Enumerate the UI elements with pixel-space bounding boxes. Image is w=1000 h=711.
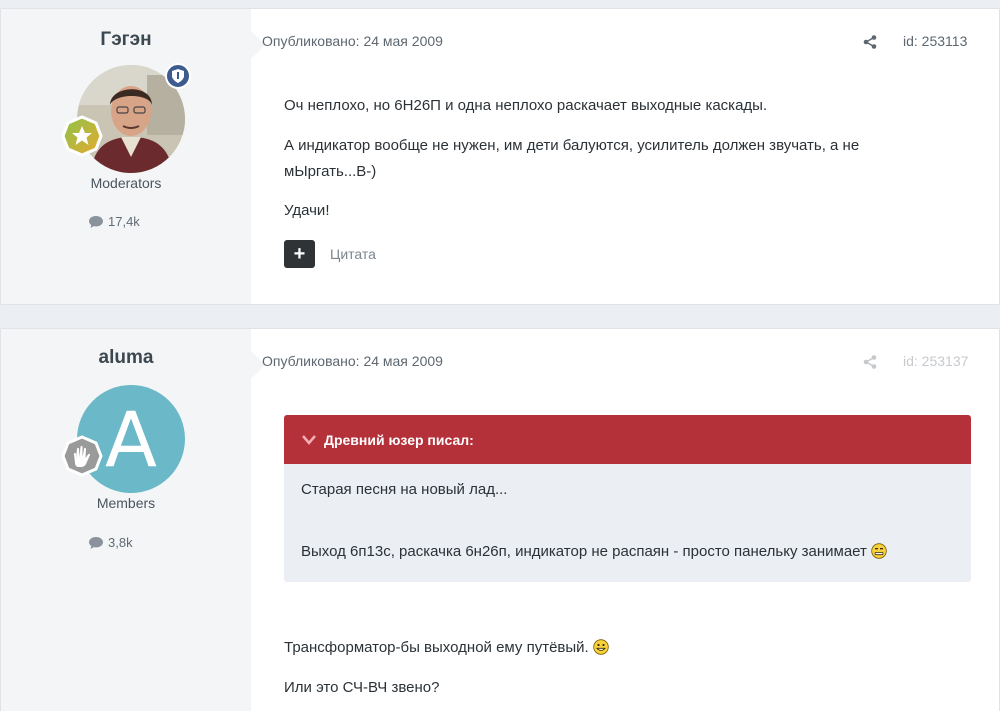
post-count-value: 17,4k	[108, 214, 140, 229]
quote-author: Древний юзер писал:	[324, 431, 474, 448]
post-count[interactable]: 3,8k	[89, 535, 133, 550]
rank-hand-icon	[61, 435, 103, 477]
post-paragraph: Оч неплохо, но 6Н26П и одна неплохо раск…	[284, 97, 768, 114]
unsure-emoji-icon	[871, 543, 887, 559]
smile-emoji-icon	[593, 639, 609, 655]
member-group: Moderators	[90, 175, 162, 191]
moderator-shield-icon	[165, 63, 191, 89]
quote-line-text: Выход 6п13с, раскачка 6н26п, индикатор н…	[301, 543, 867, 560]
avatar-wrap	[61, 63, 191, 173]
avatar-wrap: A	[61, 385, 185, 493]
post-253137: aluma A Members 3,8k Опубликовано: 24 ма…	[0, 328, 1000, 711]
post-paragraph-text: Трансформатор-бы выходной ему путёвый.	[284, 639, 589, 656]
multiquote-button[interactable]: +	[284, 240, 315, 268]
post-count[interactable]: 17,4k	[89, 214, 140, 229]
comment-icon	[89, 215, 103, 228]
comment-icon	[89, 536, 103, 549]
post-id-link[interactable]: id: 253137	[903, 353, 968, 369]
published-date[interactable]: Опубликовано: 24 мая 2009	[262, 33, 443, 49]
author-name[interactable]: Гэгэн	[1, 29, 251, 51]
author-name[interactable]: aluma	[1, 347, 251, 369]
published-date[interactable]: Опубликовано: 24 мая 2009	[262, 353, 443, 369]
quote-line: Старая песня на новый лад...	[301, 481, 508, 498]
post-253113: Гэгэн Moderators 17,4k Опубликовано: 24 …	[0, 8, 1000, 305]
post-paragraph-1: Трансформатор-бы выходной ему путёвый.	[284, 635, 924, 661]
blockquote: Древний юзер писал: Старая песня на новы…	[284, 415, 971, 582]
author-panel: aluma A Members 3,8k	[1, 329, 265, 711]
share-icon[interactable]	[863, 355, 877, 374]
quote-button[interactable]: Цитата	[330, 246, 376, 262]
quote-line-2: Выход 6п13с, раскачка 6н26п, индикатор н…	[301, 543, 887, 560]
author-panel: Гэгэн Moderators 17,4k	[1, 9, 265, 304]
post-paragraph: Или это СЧ-ВЧ звено?	[284, 679, 440, 696]
quote-header[interactable]: Древний юзер писал:	[284, 415, 971, 464]
post-count-value: 3,8k	[108, 535, 133, 550]
post-paragraph: Удачи!	[284, 202, 330, 219]
member-group: Members	[96, 495, 156, 511]
chevron-down-icon	[302, 434, 316, 445]
post-id-link[interactable]: id: 253113	[903, 33, 967, 49]
post-paragraph: А индикатор вообще не нужен, им дети бал…	[284, 137, 860, 180]
share-icon[interactable]	[863, 35, 877, 54]
rank-star-icon	[61, 115, 103, 157]
